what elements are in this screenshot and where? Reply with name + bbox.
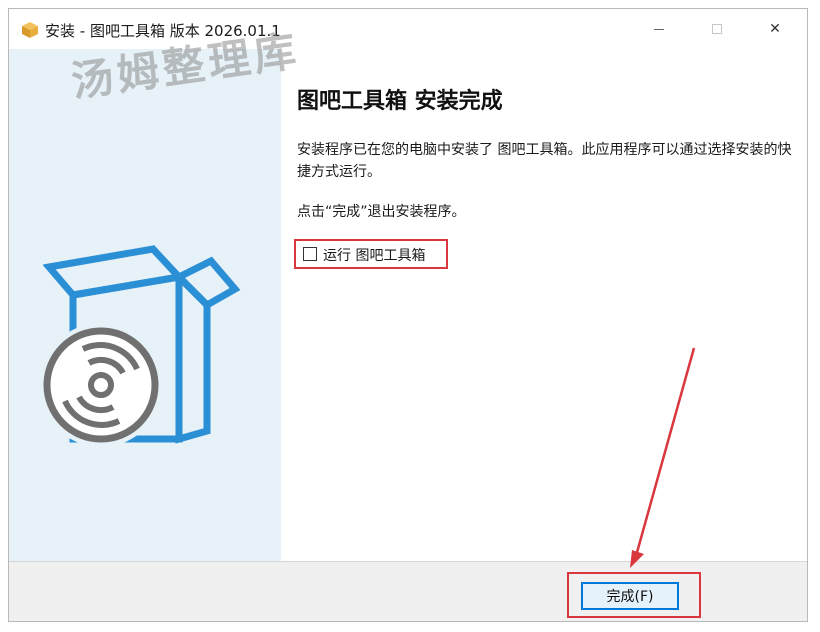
run-app-label[interactable]: 运行 图吧工具箱 <box>323 245 425 265</box>
package-icon <box>22 22 38 38</box>
finish-button[interactable]: 完成(F) <box>581 582 679 610</box>
close-button[interactable]: ✕ <box>749 9 801 49</box>
footer-bar: 完成(F) <box>9 561 807 621</box>
run-app-option[interactable]: 运行 图吧工具箱 <box>294 239 448 269</box>
exit-message: 点击“完成”退出安装程序。 <box>297 204 466 220</box>
minimize-button[interactable] <box>633 9 685 49</box>
minimize-icon <box>654 28 664 30</box>
maximize-button[interactable] <box>691 9 743 49</box>
installer-window: 安装 - 图吧工具箱 版本 2026.01.1 ✕ 图吧工具箱 安装完成 安装程… <box>8 8 808 622</box>
software-box-icon <box>43 245 241 445</box>
run-app-checkbox[interactable] <box>303 247 317 261</box>
side-panel <box>9 49 281 561</box>
install-message: 安装程序已在您的电脑中安装了 图吧工具箱。此应用程序可以通过选择安装的快捷方式运… <box>297 142 792 180</box>
title-bar[interactable]: 安装 - 图吧工具箱 版本 2026.01.1 ✕ <box>9 9 807 49</box>
close-icon: ✕ <box>769 21 781 37</box>
maximize-icon <box>712 24 722 34</box>
page-title: 图吧工具箱 安装完成 <box>297 89 503 114</box>
window-title: 安装 - 图吧工具箱 版本 2026.01.1 <box>45 22 281 40</box>
main-content: 图吧工具箱 安装完成 安装程序已在您的电脑中安装了 图吧工具箱。此应用程序可以通… <box>281 49 807 561</box>
